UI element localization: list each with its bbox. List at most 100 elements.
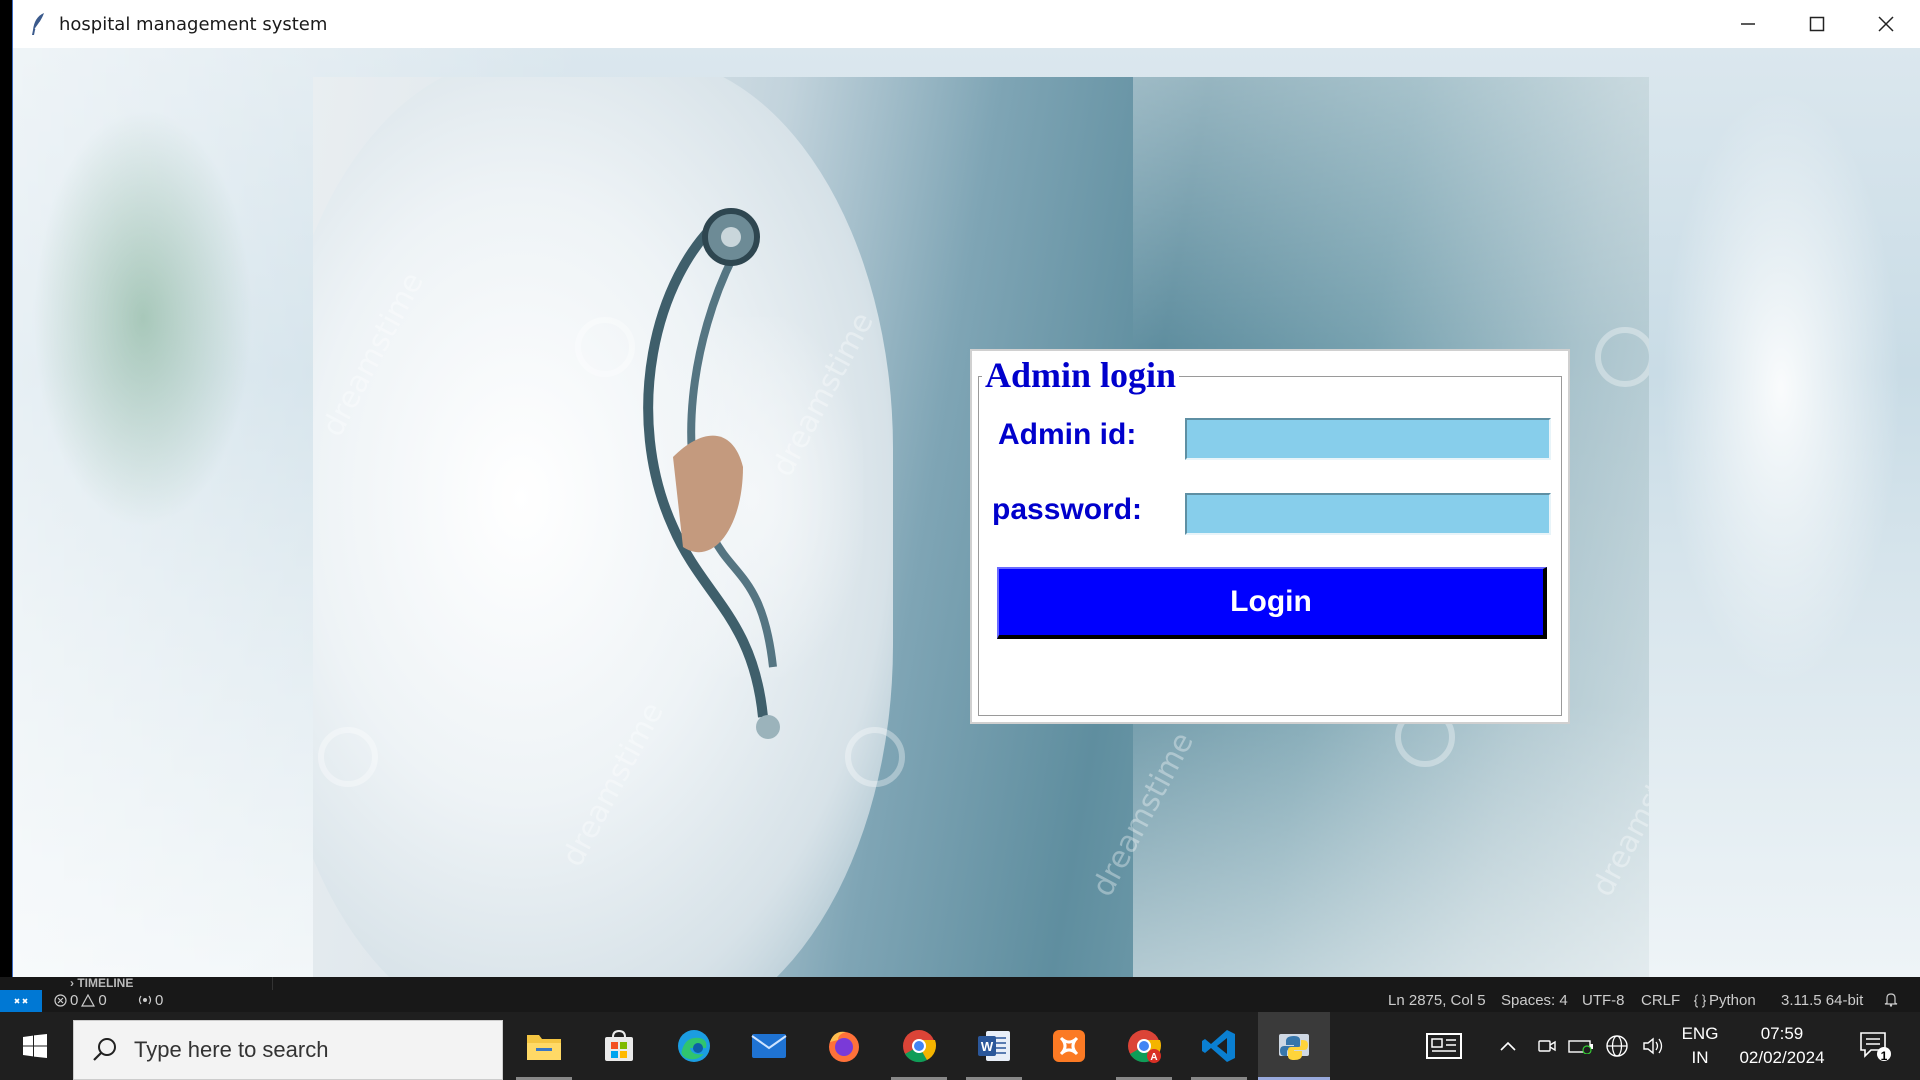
vscode-status-bar: 0 0 0 Ln 2875, Col 5 Spaces: 4 UTF-8 CRL… bbox=[0, 990, 1920, 1012]
encoding-setting[interactable]: UTF-8 bbox=[1582, 992, 1625, 1009]
window-title: hospital management system bbox=[59, 13, 328, 35]
mail-icon bbox=[751, 1034, 787, 1058]
error-icon bbox=[54, 994, 67, 1007]
svg-text:A: A bbox=[1150, 1052, 1157, 1063]
admin-id-label: Admin id: bbox=[998, 418, 1137, 451]
background-blur bbox=[33, 108, 253, 528]
chrome-profile-app[interactable]: A bbox=[1108, 1012, 1180, 1080]
title-bar: hospital management system bbox=[13, 0, 1920, 48]
maximize-icon bbox=[1809, 16, 1824, 32]
close-icon bbox=[1877, 16, 1894, 32]
clock-time: 07:59 bbox=[1760, 1024, 1804, 1043]
microsoft-store-app[interactable] bbox=[583, 1012, 655, 1080]
python-interpreter[interactable]: 3.11.5 64-bit bbox=[1781, 992, 1863, 1009]
login-title: Admin login bbox=[982, 355, 1180, 395]
vscode-icon bbox=[1202, 1030, 1235, 1062]
search-icon bbox=[93, 1038, 116, 1061]
password-input[interactable] bbox=[1185, 493, 1551, 535]
region-code: IN bbox=[1691, 1048, 1709, 1067]
divider bbox=[272, 977, 273, 990]
firefox-app[interactable] bbox=[808, 1012, 880, 1080]
broadcast-icon bbox=[138, 995, 152, 1005]
app-window: hospital management system dreamstime dr… bbox=[12, 0, 1920, 977]
chrome-icon bbox=[903, 1030, 937, 1063]
speaker-icon bbox=[1643, 1037, 1663, 1055]
line-ending-setting[interactable]: CRLF bbox=[1641, 992, 1680, 1009]
background-blur bbox=[1661, 88, 1901, 688]
notifications-button[interactable] bbox=[1884, 992, 1898, 1007]
xampp-app[interactable] bbox=[1033, 1012, 1105, 1080]
action-center-button[interactable]: 1 bbox=[1848, 1012, 1904, 1080]
battery-icon bbox=[1568, 1040, 1593, 1054]
vscode-app[interactable] bbox=[1183, 1012, 1255, 1080]
admin-id-input[interactable] bbox=[1185, 418, 1551, 460]
clock-button[interactable]: 07:59 02/02/2024 bbox=[1730, 1012, 1834, 1080]
error-count: 0 bbox=[70, 992, 79, 1009]
taskbar-search-box[interactable]: Type here to search bbox=[73, 1020, 503, 1080]
edge-icon bbox=[678, 1030, 710, 1062]
language-code: ENG bbox=[1681, 1024, 1719, 1043]
minimize-icon bbox=[1740, 23, 1755, 25]
login-button[interactable]: Login bbox=[997, 567, 1547, 639]
screen: hospital management system dreamstime dr… bbox=[0, 0, 1920, 1080]
language-mode[interactable]: Python bbox=[1694, 992, 1756, 1009]
minimize-button[interactable] bbox=[1713, 0, 1782, 48]
xampp-icon bbox=[1053, 1030, 1085, 1062]
battery-indicator[interactable] bbox=[1565, 1012, 1597, 1080]
admin-login-panel: Admin login Admin id: password: Login bbox=[970, 349, 1570, 724]
windows-logo-icon bbox=[23, 1034, 47, 1058]
news-icon bbox=[1426, 1033, 1462, 1059]
window-content: dreamstime dreamstime dreamstime dreamst… bbox=[13, 48, 1920, 977]
word-icon: W bbox=[978, 1031, 1010, 1061]
word-app[interactable]: W bbox=[958, 1012, 1030, 1080]
language-label: Python bbox=[1709, 992, 1756, 1009]
volume-button[interactable] bbox=[1638, 1012, 1670, 1080]
chrome-icon: A bbox=[1128, 1030, 1162, 1063]
timeline-label: › TIMELINE bbox=[70, 976, 134, 990]
password-label: password: bbox=[992, 493, 1143, 526]
warning-icon bbox=[81, 994, 96, 1007]
problems-indicator[interactable]: 0 0 bbox=[54, 992, 107, 1009]
close-button[interactable] bbox=[1851, 0, 1920, 48]
indentation-setting[interactable]: Spaces: 4 bbox=[1501, 992, 1568, 1009]
clock-date: 02/02/2024 bbox=[1739, 1048, 1825, 1067]
store-icon bbox=[605, 1029, 633, 1061]
search-placeholder: Type here to search bbox=[134, 1037, 329, 1062]
cursor-position[interactable]: Ln 2875, Col 5 bbox=[1388, 992, 1486, 1009]
ports-indicator[interactable]: 0 bbox=[138, 992, 163, 1009]
svg-text:W: W bbox=[981, 1039, 994, 1054]
file-explorer-app[interactable] bbox=[508, 1012, 580, 1080]
firefox-icon bbox=[829, 1031, 859, 1062]
edge-app[interactable] bbox=[658, 1012, 730, 1080]
network-indicator[interactable] bbox=[1600, 1012, 1634, 1080]
bell-icon bbox=[1884, 993, 1898, 1007]
warning-count: 0 bbox=[98, 992, 107, 1009]
window-controls bbox=[1713, 0, 1920, 48]
maximize-button[interactable] bbox=[1782, 0, 1851, 48]
meet-now-button[interactable] bbox=[1533, 1012, 1561, 1080]
mail-app[interactable] bbox=[733, 1012, 805, 1080]
ports-count: 0 bbox=[155, 992, 164, 1009]
braces-icon bbox=[1694, 993, 1706, 1008]
feather-icon bbox=[32, 13, 44, 35]
globe-icon bbox=[1606, 1035, 1628, 1057]
windows-taskbar: Type here to search W A ENG IN 07:59 02/… bbox=[0, 1012, 1920, 1080]
folder-icon bbox=[527, 1035, 561, 1060]
remote-icon bbox=[14, 998, 28, 1004]
show-hidden-icons-button[interactable] bbox=[1493, 1012, 1523, 1080]
chevron-up-icon bbox=[1500, 1041, 1516, 1051]
camera-icon bbox=[1538, 1040, 1556, 1052]
python-app[interactable] bbox=[1258, 1012, 1330, 1080]
notification-badge: 1 bbox=[1880, 1049, 1888, 1063]
start-button[interactable] bbox=[0, 1012, 70, 1080]
input-language-button[interactable]: ENG IN bbox=[1672, 1012, 1728, 1080]
watermark-logo bbox=[845, 727, 905, 787]
chrome-app[interactable] bbox=[883, 1012, 955, 1080]
watermark-logo bbox=[1595, 327, 1649, 387]
watermark-logo bbox=[575, 317, 635, 377]
python-icon bbox=[1279, 1034, 1309, 1060]
news-widget-button[interactable] bbox=[1418, 1012, 1470, 1080]
watermark-logo bbox=[318, 727, 378, 787]
remote-indicator-button[interactable] bbox=[0, 990, 42, 1012]
vscode-timeline-panel[interactable]: › TIMELINE bbox=[0, 976, 1920, 990]
